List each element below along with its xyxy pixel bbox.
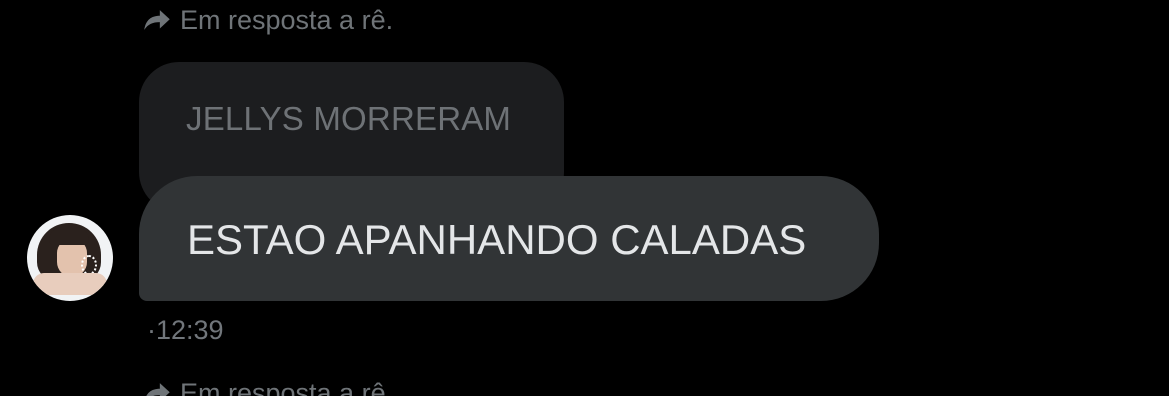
quoted-message-text: JELLYS MORRERAM: [186, 100, 512, 137]
avatar-bangs: [49, 227, 89, 245]
message-bubble[interactable]: ESTAO APANHANDO CALADAS: [139, 176, 879, 301]
avatar-necklace: [81, 255, 97, 275]
reply-context-label: Em resposta a rê.: [180, 4, 394, 35]
conversation-view: Em resposta a rê. JELLYS MORRERAM ESTAO …: [0, 0, 1169, 396]
message-timestamp: ·12:39: [147, 315, 224, 345]
reply-arrow-icon: [144, 10, 170, 30]
reply-context-label: Em resposta a rê.: [180, 377, 394, 396]
message-text: ESTAO APANHANDO CALADAS: [187, 216, 807, 263]
avatar-arm: [33, 273, 107, 295]
avatar[interactable]: [27, 215, 113, 301]
reply-arrow-icon: [146, 383, 170, 396]
reply-context-header-next[interactable]: Em resposta a rê.: [140, 376, 393, 396]
reply-context-header[interactable]: Em resposta a rê.: [140, 3, 393, 37]
